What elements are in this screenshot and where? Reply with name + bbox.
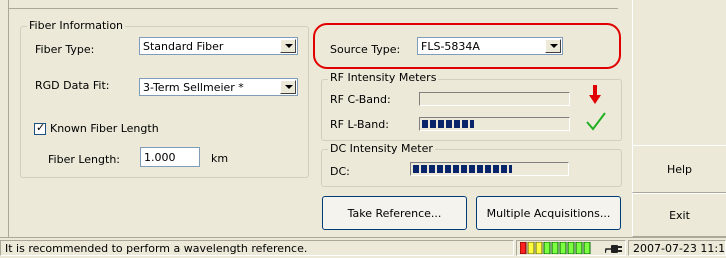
panel-top-divider [8, 8, 618, 9]
take-reference-label: Take Reference... [347, 206, 442, 220]
red-down-arrow-icon [589, 85, 601, 104]
help-label: Help [666, 162, 693, 176]
rf-l-band-label: RF L-Band: [330, 118, 389, 131]
exit-label: Exit [669, 208, 690, 222]
rgd-data-fit-value: 3-Term Sellmeier * [143, 81, 244, 94]
fiber-type-value: Standard Fiber [143, 40, 224, 53]
rgd-data-fit-select[interactable]: 3-Term Sellmeier * [139, 78, 298, 96]
help-button[interactable]: Help [632, 145, 726, 193]
rf-c-band-label: RF C-Band: [330, 93, 391, 106]
fiber-length-value: 1.000 [144, 151, 176, 164]
fiber-type-label: Fiber Type: [35, 43, 95, 56]
fiber-length-unit: km [211, 152, 229, 165]
rgd-data-fit-label: RGD Data Fit: [35, 79, 110, 92]
dc-intensity-meter-title: DC Intensity Meter [328, 142, 435, 155]
exit-button[interactable]: Exit [632, 193, 726, 237]
status-bar: It is recommended to perform a wavelengt… [0, 237, 726, 258]
take-reference-button[interactable]: Take Reference... [322, 196, 467, 230]
dc-meter [410, 162, 569, 176]
fiber-length-label: Fiber Length: [48, 153, 120, 166]
rf-intensity-meters-title: RF Intensity Meters [328, 71, 439, 84]
battery-status-cell [516, 240, 626, 256]
rf-c-band-meter [419, 92, 570, 106]
power-plug-icon [605, 245, 622, 254]
source-type-select[interactable]: FLS-5834A [417, 37, 563, 55]
chevron-down-icon[interactable] [545, 39, 561, 53]
fiber-type-select[interactable]: Standard Fiber [139, 37, 298, 55]
status-message-cell: It is recommended to perform a wavelengt… [0, 240, 514, 256]
fiber-information-title: Fiber Information [27, 19, 126, 32]
dc-meter-fill [413, 165, 512, 173]
known-fiber-length-checkbox[interactable] [34, 121, 46, 135]
chevron-down-icon[interactable] [280, 80, 296, 94]
battery-level-icon [520, 242, 591, 254]
chevron-down-icon[interactable] [280, 39, 296, 53]
status-datetime: 2007-07-23 11:15 [633, 242, 726, 255]
status-message: It is recommended to perform a wavelengt… [5, 242, 308, 255]
multiple-acquisitions-button[interactable]: Multiple Acquisitions... [476, 196, 621, 230]
green-check-icon [586, 112, 606, 131]
rf-l-band-meter [419, 117, 570, 131]
rf-intensity-meters-group: RF Intensity Meters [321, 71, 622, 141]
fiber-length-input[interactable]: 1.000 [140, 147, 200, 167]
dc-label: DC: [330, 165, 350, 178]
datetime-cell: 2007-07-23 11:15 [628, 240, 726, 256]
rf-l-band-meter-fill [422, 120, 474, 128]
source-type-label: Source Type: [330, 43, 401, 56]
source-type-value: FLS-5834A [421, 40, 480, 53]
multiple-acquisitions-label: Multiple Acquisitions... [486, 206, 611, 220]
known-fiber-length-label[interactable]: Known Fiber Length [50, 122, 159, 135]
